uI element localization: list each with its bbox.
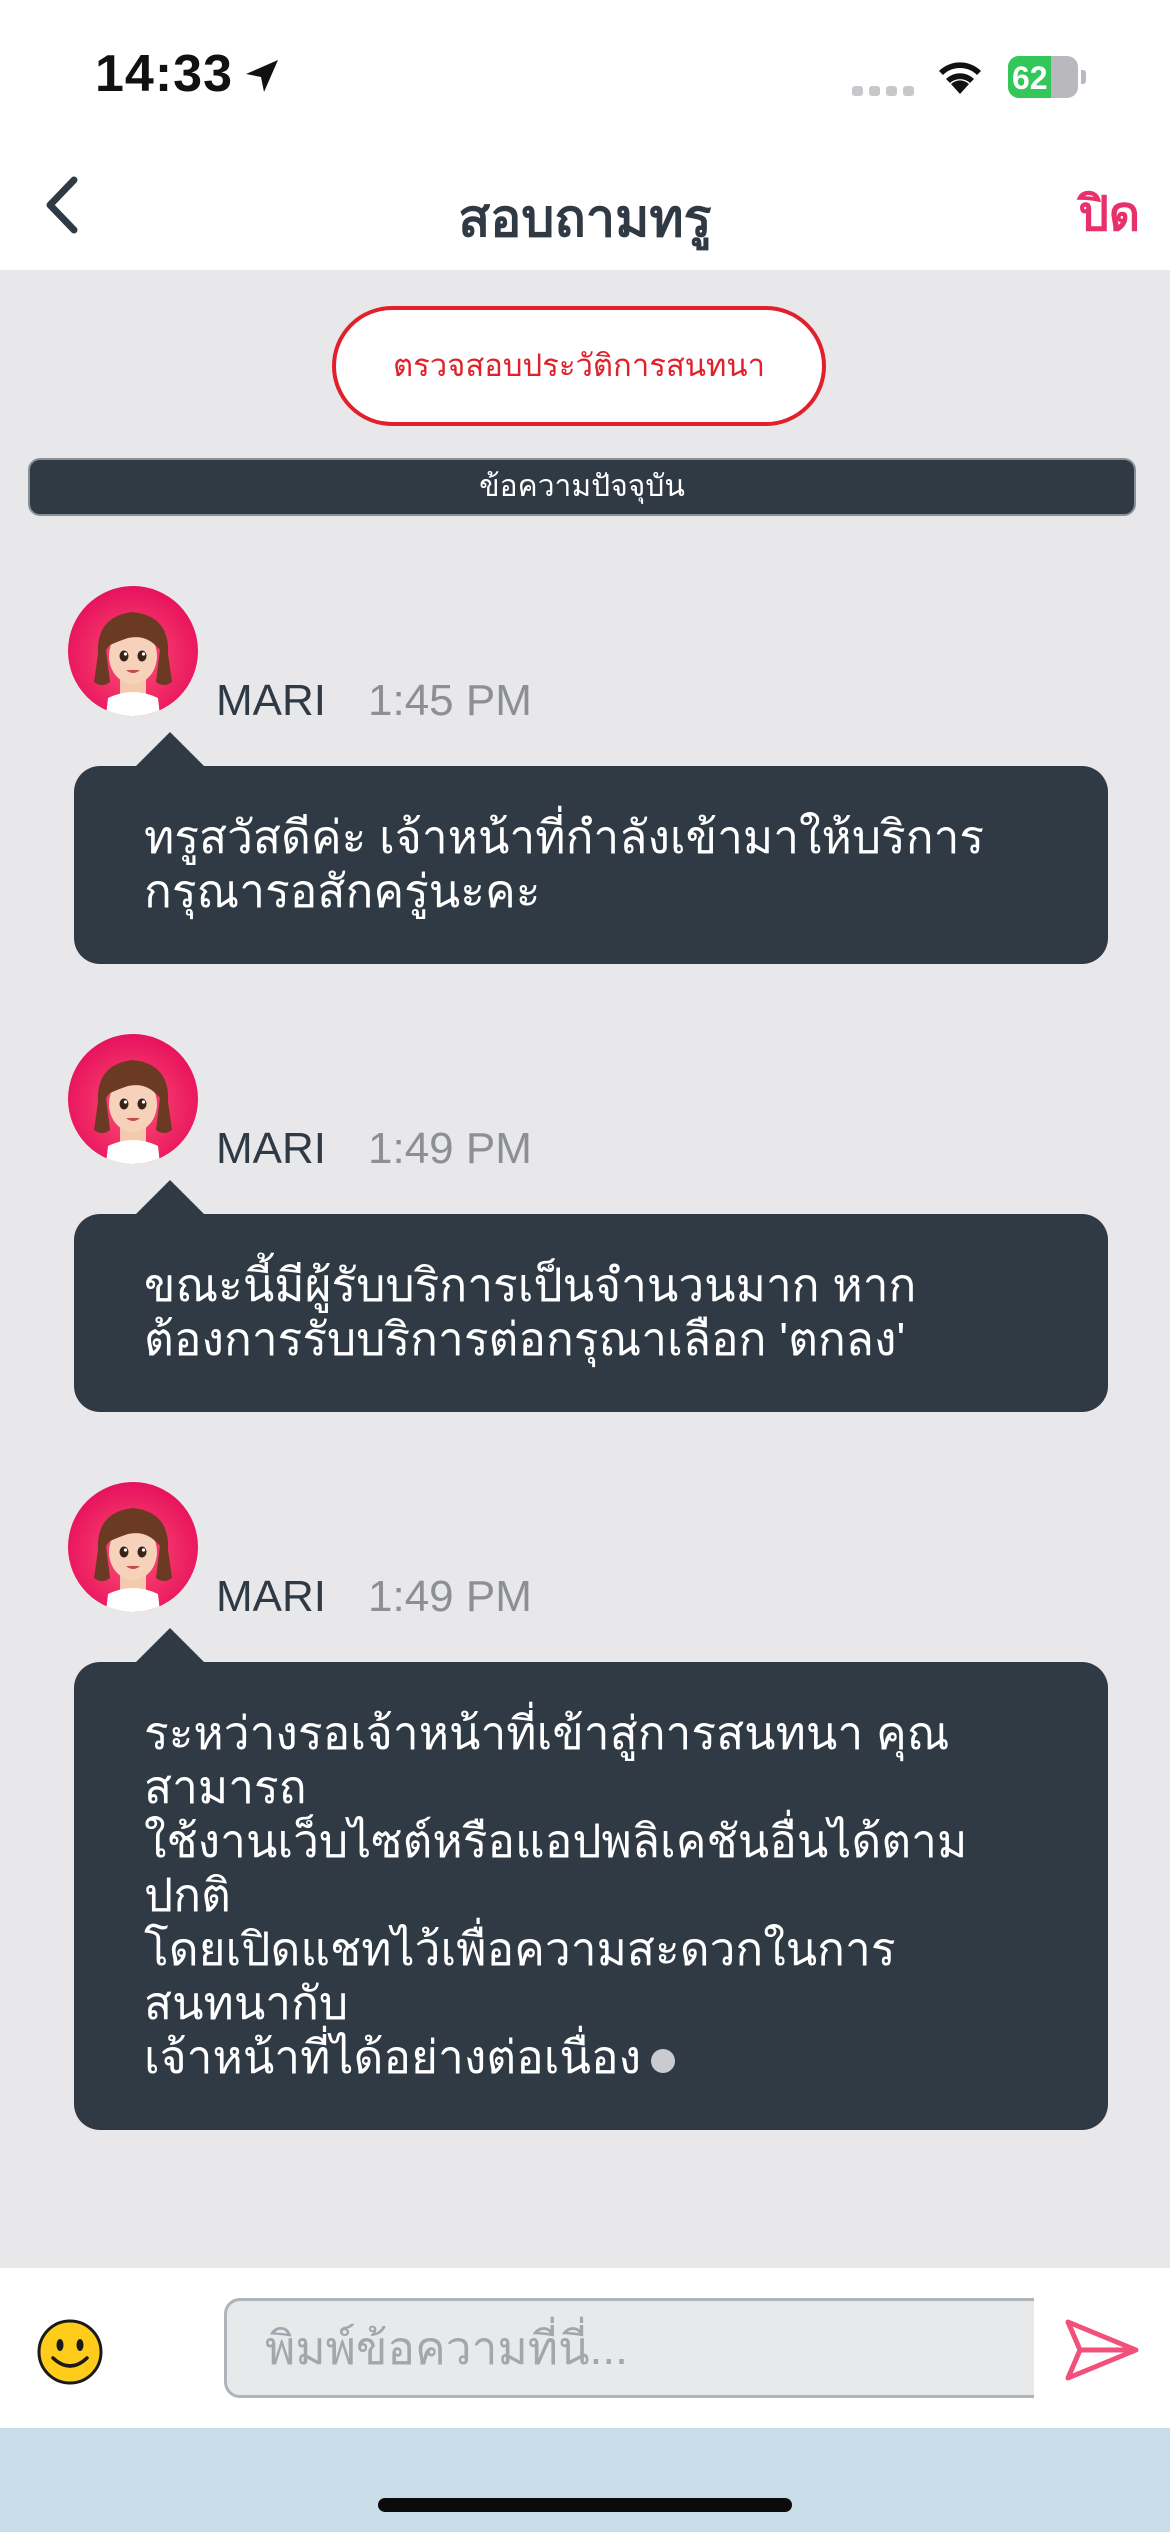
message-line: ทรูสวัสดีค่ะ เจ้าหน้าที่กำลังเข้ามาให้บร… — [144, 810, 1038, 864]
message-line-text: ใช้งานเว็บไซต์หรือแอปพลิเคชันอื่นได้ตามป… — [144, 1815, 968, 1921]
agent-avatar — [68, 586, 198, 716]
cellular-signal-icon — [852, 86, 914, 96]
sender-name: MARI — [216, 676, 326, 725]
typing-indicator-icon — [651, 2048, 676, 2073]
message-time: 1:45 PM — [368, 676, 532, 725]
close-button[interactable]: ปิด — [1078, 176, 1140, 252]
send-button[interactable] — [1034, 2296, 1160, 2400]
wifi-icon — [939, 62, 981, 94]
message-line-text: ทรูสวัสดีค่ะ เจ้าหน้าที่กำลังเข้ามาให้บร… — [144, 811, 985, 863]
home-indicator-area — [0, 2428, 1170, 2532]
message-line: เจ้าหน้าที่ได้อย่างต่อเนื่อง — [144, 2030, 1038, 2084]
battery-charging-icon: 62 — [1008, 56, 1086, 98]
message-bubble: ทรูสวัสดีค่ะ เจ้าหน้าที่กำลังเข้ามาให้บร… — [74, 766, 1108, 964]
message-time: 1:49 PM — [368, 1572, 532, 1621]
message-bubble: ระหว่างรอเจ้าหน้าที่เข้าสู่การสนทนา คุณส… — [74, 1662, 1108, 2130]
message-line: ใช้งานเว็บไซต์หรือแอปพลิเคชันอื่นได้ตามป… — [144, 1814, 1038, 1922]
smiley-emoji-icon[interactable] — [36, 2318, 104, 2386]
message-line: ระหว่างรอเจ้าหน้าที่เข้าสู่การสนทนา คุณส… — [144, 1706, 1038, 1814]
sender-name: MARI — [216, 1572, 326, 1621]
chat-history-button[interactable]: ตรวจสอบประวัติการสนทนา — [332, 306, 826, 426]
home-indicator[interactable] — [378, 2498, 792, 2512]
bubble-tail — [136, 1180, 204, 1214]
message-line-text: กรุณารอสักครู่นะคะ — [144, 865, 541, 917]
bubble-tail — [136, 732, 204, 766]
bubble-tail — [136, 1628, 204, 1662]
sender-name: MARI — [216, 1124, 326, 1173]
send-arrow-icon — [1065, 2319, 1139, 2381]
agent-avatar — [68, 1482, 198, 1612]
status-time: 14:33 — [95, 45, 233, 103]
message-line: กรุณารอสักครู่นะคะ — [144, 864, 1038, 918]
message-line: ขณะนี้มีผู้รับบริการเป็นจำนวนมาก หาก — [144, 1258, 1038, 1312]
message-line-text: ระหว่างรอเจ้าหน้าที่เข้าสู่การสนทนา คุณส… — [144, 1707, 950, 1813]
message-input[interactable] — [224, 2298, 1084, 2398]
message-line-text: ต้องการรับบริการต่อกรุณาเลือก 'ตกลง' — [144, 1313, 906, 1365]
status-bar: 14:33 62 — [0, 0, 1170, 150]
message-line-text: โดยเปิดแชทไว้เพื่อความสะดวกในการสนทนากับ — [144, 1923, 896, 2029]
message-composer — [0, 2268, 1170, 2428]
current-messages-divider: ข้อความปัจจุบัน — [28, 458, 1136, 516]
message-line-text: ขณะนี้มีผู้รับบริการเป็นจำนวนมาก หาก — [144, 1259, 917, 1311]
nav-bar: สอบถามทรู ปิด — [0, 150, 1170, 270]
message-line-text: เจ้าหน้าที่ได้อย่างต่อเนื่อง — [144, 2031, 642, 2083]
battery-level-text: 62 — [1012, 60, 1048, 96]
location-arrow-icon — [246, 60, 278, 92]
message-line: โดยเปิดแชทไว้เพื่อความสะดวกในการสนทนากับ — [144, 1922, 1038, 2030]
page-title: สอบถามทรู — [458, 190, 712, 248]
message-time: 1:49 PM — [368, 1124, 532, 1173]
agent-avatar — [68, 1034, 198, 1164]
message-bubble: ขณะนี้มีผู้รับบริการเป็นจำนวนมาก หาก ต้อง… — [74, 1214, 1108, 1412]
message-line: ต้องการรับบริการต่อกรุณาเลือก 'ตกลง' — [144, 1312, 1038, 1366]
